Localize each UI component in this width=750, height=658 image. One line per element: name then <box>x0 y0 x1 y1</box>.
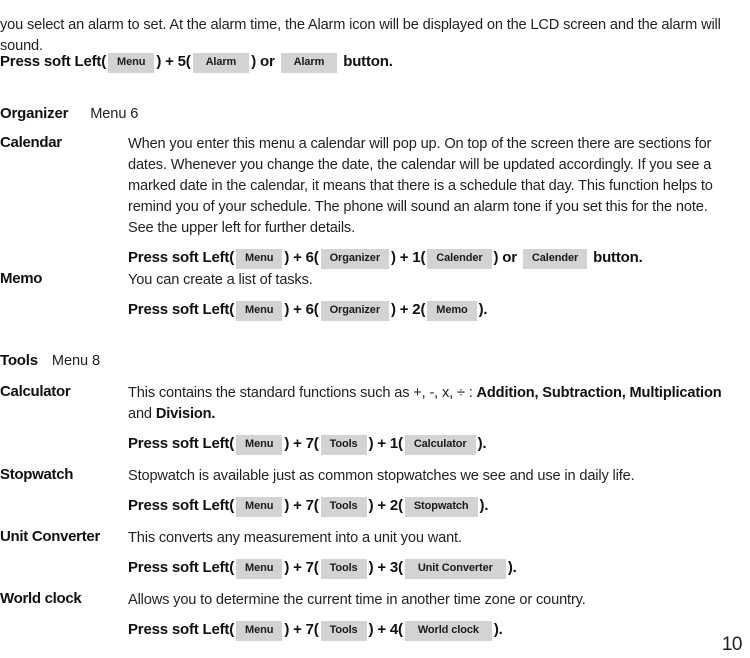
press-prefix: Press soft Left( <box>128 559 234 576</box>
key-chip-unit-converter[interactable]: Unit Converter <box>404 559 506 579</box>
press-mid: ) + 2( <box>391 301 426 318</box>
key-chip-tools[interactable]: Tools <box>320 559 367 579</box>
press-prefix: Press soft Left( <box>128 249 234 266</box>
body-text-bold: Division. <box>155 406 216 422</box>
body-text-bold: Addition, Subtraction, Multiplication <box>476 385 722 401</box>
entry-body: You can create a list of tasks. <box>128 272 313 288</box>
entry-calendar: Calendar When you enter this menu a cale… <box>0 134 750 270</box>
section-name: Tools <box>0 352 38 369</box>
key-chip-menu[interactable]: Menu <box>236 249 283 269</box>
key-chip-calender-alt[interactable]: Calender <box>522 249 588 269</box>
press-suffix: ). <box>478 301 488 318</box>
press-mid: ) + 1( <box>368 435 403 452</box>
entry-body: Stopwatch is available just as common st… <box>128 468 635 484</box>
press-instruction-stopwatch: Press soft Left(Menu) + 7(Tools) + 2(Sto… <box>128 494 750 518</box>
press-prefix: Press soft Left( <box>128 497 234 514</box>
press-instruction-unit-converter: Press soft Left(Menu) + 7(Tools) + 3(Uni… <box>128 556 750 580</box>
press-mid: ) + 1( <box>391 249 426 266</box>
entry-label: Calendar <box>0 134 62 151</box>
press-mid: ) + 5( <box>156 53 191 70</box>
press-suffix: button. <box>343 53 393 70</box>
manual-page: you select an alarm to set. At the alarm… <box>0 0 750 658</box>
press-suffix: ). <box>507 559 517 576</box>
press-suffix: ). <box>493 621 503 638</box>
press-mid: ) + 7( <box>284 497 319 514</box>
press-mid: ) or <box>493 249 518 266</box>
entry-body: This contains the standard functions suc… <box>128 383 724 425</box>
press-suffix: ). <box>479 497 489 514</box>
entry-calculator: Calculator This contains the standard fu… <box>0 383 750 456</box>
press-mid: ) or <box>251 53 275 70</box>
press-mid: ) + 7( <box>284 621 319 638</box>
press-prefix: Press soft Left( <box>0 53 106 70</box>
press-prefix: Press soft Left( <box>128 621 234 638</box>
press-mid: ) + 6( <box>284 301 319 318</box>
entry-unit-converter: Unit Converter This converts any measure… <box>0 528 750 580</box>
press-instruction-calculator: Press soft Left(Menu) + 7(Tools) + 1(Cal… <box>128 432 750 456</box>
body-text-plain: and <box>128 406 156 422</box>
press-mid: ) + 4( <box>368 621 403 638</box>
key-chip-organizer[interactable]: Organizer <box>320 301 390 321</box>
key-chip-calender[interactable]: Calender <box>427 249 492 269</box>
press-mid: ) + 7( <box>284 559 319 576</box>
entry-world-clock: World clock Allows you to determine the … <box>0 590 750 642</box>
entry-label: Unit Converter <box>0 528 100 545</box>
press-prefix: Press soft Left( <box>128 435 234 452</box>
body-text-plain: This contains the standard functions suc… <box>128 385 477 401</box>
key-chip-menu[interactable]: Menu <box>236 435 283 455</box>
entry-stopwatch: Stopwatch Stopwatch is available just as… <box>0 466 750 518</box>
section-header-tools: Tools Menu 8 <box>0 352 100 370</box>
press-instruction-world-clock: Press soft Left(Menu) + 7(Tools) + 4(Wor… <box>128 618 750 642</box>
key-chip-tools[interactable]: Tools <box>320 621 367 641</box>
key-chip-memo[interactable]: Memo <box>427 301 477 321</box>
section-menu-number: Menu 8 <box>51 353 100 369</box>
entry-label: World clock <box>0 590 82 607</box>
press-instruction-memo: Press soft Left(Menu) + 6(Organizer) + 2… <box>128 298 750 322</box>
key-chip-menu[interactable]: Menu <box>236 301 283 321</box>
press-mid: ) + 2( <box>368 497 403 514</box>
entry-body: This converts any measurement into a uni… <box>128 530 462 546</box>
key-chip-menu[interactable]: Menu <box>236 559 283 579</box>
key-chip-tools[interactable]: Tools <box>320 497 367 517</box>
key-chip-stopwatch[interactable]: Stopwatch <box>404 497 478 517</box>
press-mid: ) + 7( <box>284 435 319 452</box>
key-chip-calculator[interactable]: Calculator <box>404 435 476 455</box>
press-instruction-alarm: Press soft Left(Menu) + 5(Alarm) or Alar… <box>0 50 393 74</box>
press-mid: ) + 6( <box>284 249 319 266</box>
key-chip-organizer[interactable]: Organizer <box>320 249 390 269</box>
key-chip-world-clock[interactable]: World clock <box>404 621 492 641</box>
page-number: 10 <box>721 634 743 655</box>
section-header-organizer: Organizer Menu 6 <box>0 105 138 123</box>
key-chip-menu[interactable]: Menu <box>236 497 283 517</box>
entry-body: Allows you to determine the current time… <box>128 592 586 608</box>
press-suffix: button. <box>593 249 643 266</box>
press-instruction-calendar: Press soft Left(Menu) + 6(Organizer) + 1… <box>128 246 750 270</box>
key-chip-menu[interactable]: Menu <box>108 53 155 73</box>
key-chip-tools[interactable]: Tools <box>320 435 367 455</box>
key-chip-alarm-alt[interactable]: Alarm <box>280 53 338 73</box>
entry-label: Memo <box>0 270 43 287</box>
entry-body: When you enter this menu a calendar will… <box>128 136 713 236</box>
entry-memo: Memo You can create a list of tasks. Pre… <box>0 270 750 322</box>
section-menu-number: Menu 6 <box>90 106 139 122</box>
entry-label: Stopwatch <box>0 466 74 483</box>
press-suffix: ). <box>477 435 487 452</box>
key-chip-menu[interactable]: Menu <box>236 621 283 641</box>
key-chip-alarm[interactable]: Alarm <box>192 53 250 73</box>
entry-label: Calculator <box>0 383 71 400</box>
section-name: Organizer <box>0 105 69 122</box>
press-mid: ) + 3( <box>368 559 403 576</box>
press-prefix: Press soft Left( <box>128 301 234 318</box>
